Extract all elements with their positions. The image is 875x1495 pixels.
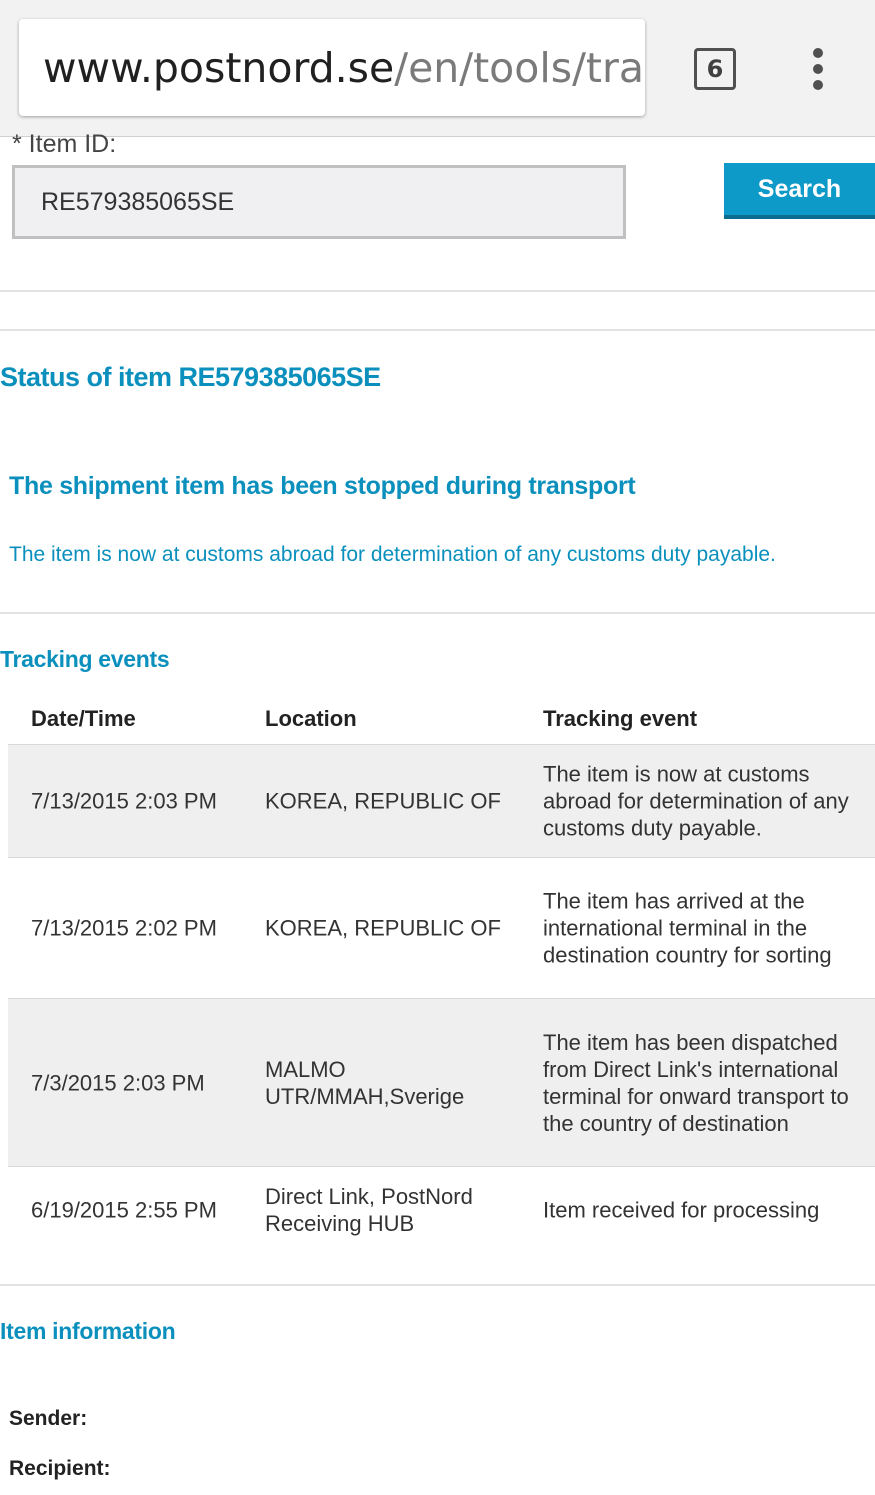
- table-row: 7/13/2015 2:02 PM KOREA, REPUBLIC OF The…: [8, 858, 875, 999]
- recipient-label: Recipient:: [9, 1457, 111, 1480]
- row-location: KOREA, REPUBLIC OF: [265, 915, 501, 941]
- header-location: Location: [265, 706, 357, 731]
- sender-label: Sender:: [9, 1407, 88, 1430]
- table-row: 7/13/2015 2:03 PM KOREA, REPUBLIC OF The…: [8, 745, 875, 858]
- status-title: Status of item RE579385065SE: [0, 362, 381, 392]
- item-id-label: * Item ID:: [12, 130, 117, 158]
- url-text: www.postnord.se/en/tools/trac: [43, 43, 645, 93]
- row-location: Direct Link, PostNord Receiving HUB: [265, 1184, 473, 1236]
- shipment-status-description: The item is now at customs abroad for de…: [9, 543, 776, 566]
- overflow-menu-icon[interactable]: [808, 48, 828, 92]
- row-location: KOREA, REPUBLIC OF: [265, 788, 501, 814]
- divider: [0, 612, 875, 614]
- header-datetime: Date/Time: [31, 706, 136, 731]
- row-event: The item has been dispatched from Direct…: [543, 1029, 849, 1136]
- search-button[interactable]: Search: [724, 163, 875, 219]
- row-event: The item is now at customs abroad for de…: [543, 761, 849, 841]
- divider: [0, 290, 875, 292]
- item-id-input[interactable]: RE579385065SE: [12, 165, 626, 239]
- tracking-events-title: Tracking events: [0, 646, 170, 672]
- address-bar[interactable]: www.postnord.se/en/tools/trac: [19, 19, 645, 116]
- shipment-status-heading: The shipment item has been stopped durin…: [9, 472, 636, 500]
- divider: [0, 329, 875, 331]
- row-datetime: 7/3/2015 2:03 PM: [31, 1070, 205, 1095]
- table-row: 6/19/2015 2:55 PM Direct Link, PostNord …: [8, 1167, 875, 1253]
- divider: [0, 1284, 875, 1286]
- row-datetime: 6/19/2015 2:55 PM: [31, 1197, 217, 1223]
- url-domain: www.postnord.se: [43, 44, 395, 92]
- table-header: Date/Time Location Tracking event: [8, 690, 875, 745]
- table-row: 7/3/2015 2:03 PM MALMO UTR/MMAH,Sverige …: [8, 999, 875, 1167]
- tracking-events-table: Date/Time Location Tracking event 7/13/2…: [8, 690, 875, 1253]
- url-path: /en/tools/trac: [394, 44, 645, 92]
- tab-switcher-button[interactable]: 6: [694, 48, 736, 90]
- row-event: Item received for processing: [543, 1197, 820, 1223]
- row-location: MALMO UTR/MMAH,Sverige: [265, 1056, 465, 1109]
- row-datetime: 7/13/2015 2:02 PM: [31, 915, 217, 941]
- row-datetime: 7/13/2015 2:03 PM: [31, 788, 217, 814]
- item-information-title: Item information: [0, 1318, 176, 1344]
- row-event: The item has arrived at the internationa…: [543, 888, 832, 968]
- header-event: Tracking event: [543, 706, 698, 731]
- browser-toolbar: www.postnord.se/en/tools/trac 6: [0, 0, 875, 137]
